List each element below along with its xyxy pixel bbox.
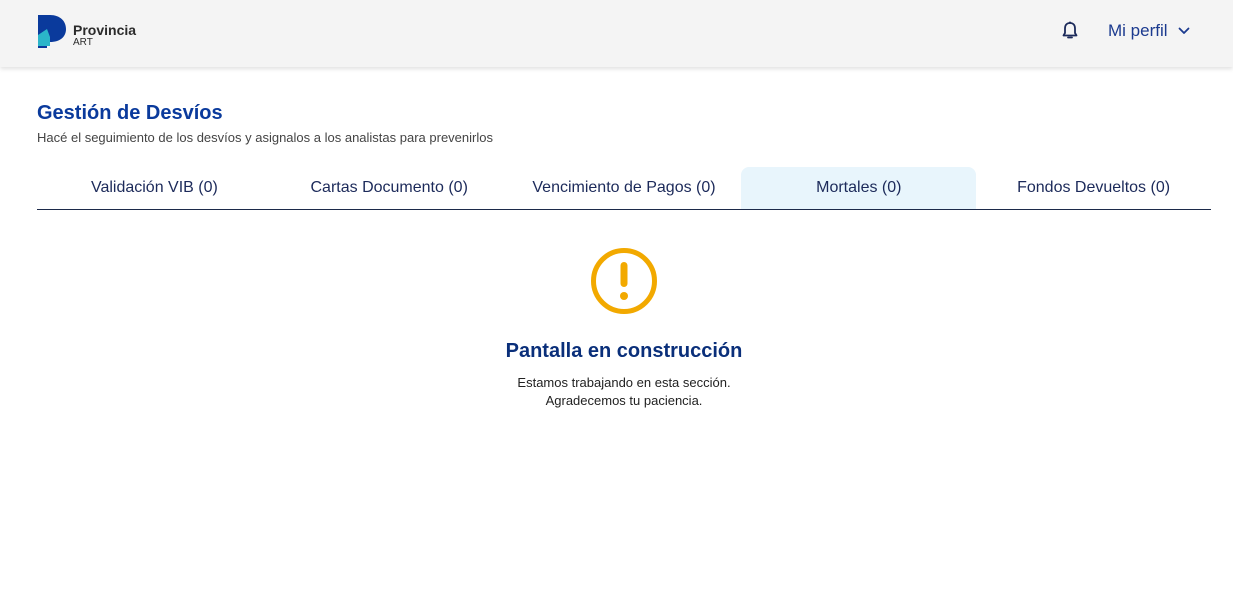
empty-state-line-2: Agradecemos tu paciencia. [545, 393, 703, 408]
tab-fondos-devueltos[interactable]: Fondos Devueltos (0) [976, 167, 1211, 209]
empty-state-title: Pantalla en construcción [505, 340, 743, 362]
chevron-down-icon [1178, 27, 1189, 34]
warning-icon [591, 248, 657, 314]
page-subtitle: Hacé el seguimiento de los desvíos y asi… [37, 130, 493, 145]
tab-validacion-vib[interactable]: Validación VIB (0) [37, 167, 272, 209]
page-title: Gestión de Desvíos [37, 102, 223, 124]
tab-bar: Validación VIB (0) Cartas Documento (0) … [37, 167, 1211, 210]
empty-state: Pantalla en construcción Estamos trabaja… [424, 247, 824, 410]
tab-vencimiento-de-pagos[interactable]: Vencimiento de Pagos (0) [507, 167, 742, 209]
empty-state-line-1: Estamos trabajando en esta sección. [517, 375, 731, 390]
empty-state-message: Estamos trabajando en esta sección. Agra… [424, 374, 824, 410]
tab-cartas-documento[interactable]: Cartas Documento (0) [272, 167, 507, 209]
logo-name: Provincia [73, 22, 137, 38]
provincia-art-logo[interactable]: Provincia ART [36, 15, 136, 49]
notification-bell-icon[interactable] [1061, 21, 1079, 41]
profile-menu[interactable]: Mi perfil [1108, 20, 1190, 42]
logo-subtitle: ART [73, 37, 93, 48]
profile-label: Mi perfil [1108, 21, 1168, 40]
tab-mortales[interactable]: Mortales (0) [741, 167, 977, 209]
top-navbar: Provincia ART Mi perfil [0, 0, 1233, 67]
provincia-logo-icon [38, 15, 66, 48]
